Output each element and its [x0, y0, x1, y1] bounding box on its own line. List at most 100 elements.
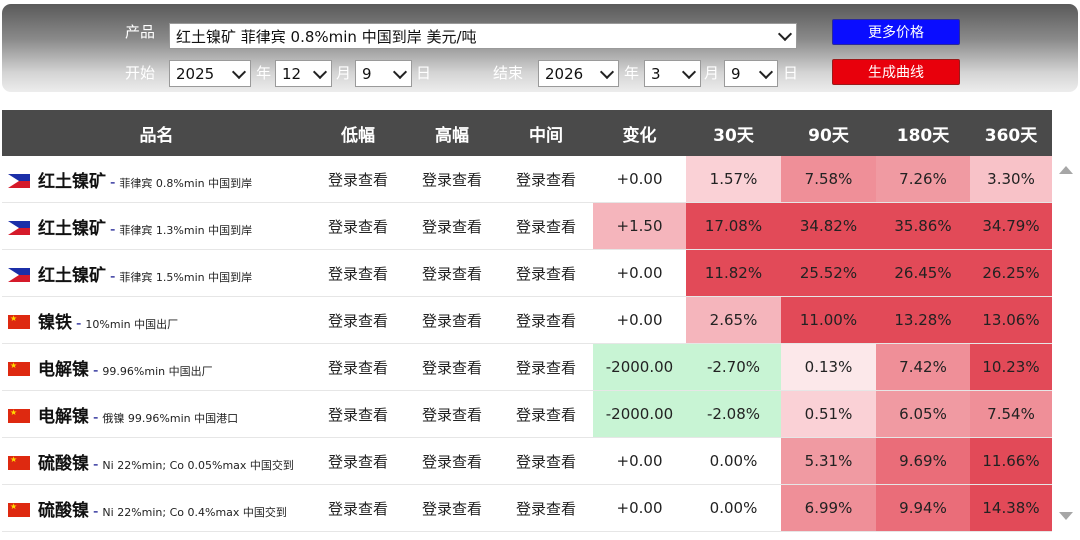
change-cell: +0.00 — [593, 484, 686, 532]
product-name: 镍铁 — [38, 312, 72, 333]
product-cell[interactable]: 电解镍-99.96%min 中国出厂 — [2, 343, 311, 391]
header-low: 低幅 — [311, 110, 405, 156]
filter-panel: 产品 红土镍矿 菲律宾 0.8%min 中国到岸 美元/吨 更多价格 开始 20… — [2, 4, 1078, 92]
product-select[interactable]: 红土镍矿 菲律宾 0.8%min 中国到岸 美元/吨 — [169, 23, 797, 49]
low-price-cell[interactable]: 登录查看 — [311, 296, 405, 344]
mid-price-cell[interactable]: 登录查看 — [499, 249, 593, 297]
product-cell[interactable]: 红土镍矿 - 菲律宾 1.5%min 中国到岸 — [2, 249, 311, 297]
change-180d-cell: 9.69% — [876, 437, 970, 485]
separator-dash: - — [110, 172, 116, 191]
product-cell[interactable]: 电解镍-俄镍 99.96%min 中国港口 — [2, 390, 311, 438]
change-360d-cell: 11.66% — [970, 437, 1052, 485]
low-price-cell[interactable]: 登录查看 — [311, 484, 405, 532]
start-month-value: 12 — [282, 64, 302, 83]
change-30d-cell: -2.70% — [686, 343, 781, 391]
start-month-select[interactable]: 12 — [275, 60, 332, 87]
china-flag-icon — [8, 361, 30, 376]
mid-price-cell[interactable]: 登录查看 — [499, 343, 593, 391]
mid-price-cell[interactable]: 登录查看 — [499, 202, 593, 250]
product-select-value: 红土镍矿 菲律宾 0.8%min 中国到岸 美元/吨 — [176, 27, 477, 46]
low-price-cell[interactable]: 登录查看 — [311, 156, 405, 203]
product-cell[interactable]: 硫酸镍-Ni 22%min; Co 0.4%max 中国交到 — [2, 484, 311, 532]
product-spec: 菲律宾 0.8%min 中国到岸 — [119, 176, 253, 190]
change-cell: +0.00 — [593, 437, 686, 485]
day-unit: 日 — [416, 64, 432, 82]
table-row[interactable]: 红土镍矿 - 菲律宾 1.5%min 中国到岸 登录查看 登录查看 登录查看 +0.… — [2, 249, 1052, 297]
table-row[interactable]: 硫酸镍-Ni 22%min; Co 0.4%max 中国交到 登录查看 登录查看… — [2, 484, 1052, 532]
high-price-cell[interactable]: 登录查看 — [405, 202, 499, 250]
change-360d-cell: 14.38% — [970, 484, 1052, 532]
change-cell: -2000.00 — [593, 343, 686, 391]
product-cell[interactable]: 红土镍矿 - 菲律宾 1.3%min 中国到岸 — [2, 202, 311, 250]
change-360d-cell: 26.25% — [970, 249, 1052, 297]
mid-price-cell[interactable]: 登录查看 — [499, 390, 593, 438]
high-price-cell[interactable]: 登录查看 — [405, 296, 499, 344]
high-price-cell[interactable]: 登录查看 — [405, 484, 499, 532]
change-30d-cell: -2.08% — [686, 390, 781, 438]
low-price-cell[interactable]: 登录查看 — [311, 437, 405, 485]
product-cell[interactable]: 硫酸镍-Ni 22%min; Co 0.05%max 中国交到 — [2, 437, 311, 485]
table-row[interactable]: 镍铁-10%min 中国出厂 登录查看 登录查看 登录查看 +0.00 2.65… — [2, 296, 1052, 344]
change-180d-cell: 6.05% — [876, 390, 970, 438]
change-cell: -2000.00 — [593, 390, 686, 438]
end-month-select[interactable]: 3 — [644, 60, 701, 87]
change-180d-cell: 35.86% — [876, 202, 970, 250]
start-year-select[interactable]: 2025 — [169, 60, 251, 87]
high-price-cell[interactable]: 登录查看 — [405, 390, 499, 438]
mid-price-cell[interactable]: 登录查看 — [499, 484, 593, 532]
mid-price-cell[interactable]: 登录查看 — [499, 296, 593, 344]
more-prices-button[interactable]: 更多价格 — [832, 19, 960, 45]
mid-price-cell[interactable]: 登录查看 — [499, 437, 593, 485]
mid-price-cell[interactable]: 登录查看 — [499, 156, 593, 203]
product-spec: 菲律宾 1.3%min 中国到岸 — [119, 223, 253, 237]
high-price-cell[interactable]: 登录查看 — [405, 249, 499, 297]
change-30d-cell: 0.00% — [686, 437, 781, 485]
philippines-flag-icon — [8, 173, 30, 188]
change-cell: +1.50 — [593, 202, 686, 250]
change-30d-cell: 17.08% — [686, 202, 781, 250]
table-row[interactable]: 硫酸镍-Ni 22%min; Co 0.05%max 中国交到 登录查看 登录查… — [2, 437, 1052, 485]
product-spec: Ni 22%min; Co 0.05%max 中国交到 — [102, 458, 294, 472]
table-row[interactable]: 红土镍矿 - 菲律宾 1.3%min 中国到岸 登录查看 登录查看 登录查看 +1.… — [2, 202, 1052, 250]
low-price-cell[interactable]: 登录查看 — [311, 202, 405, 250]
product-cell[interactable]: 镍铁-10%min 中国出厂 — [2, 296, 311, 344]
change-360d-cell: 7.54% — [970, 390, 1052, 438]
high-price-cell[interactable]: 登录查看 — [405, 343, 499, 391]
header-30d: 30天 — [686, 110, 781, 156]
philippines-flag-icon — [8, 220, 30, 235]
low-price-cell[interactable]: 登录查看 — [311, 390, 405, 438]
scroll-up-icon[interactable] — [1059, 166, 1073, 174]
start-year-value: 2025 — [176, 64, 215, 83]
end-day-select[interactable]: 9 — [724, 60, 778, 87]
table-row[interactable]: 电解镍-俄镍 99.96%min 中国港口 登录查看 登录查看 登录查看 -20… — [2, 390, 1052, 438]
header-mid: 中间 — [499, 110, 593, 156]
low-price-cell[interactable]: 登录查看 — [311, 343, 405, 391]
scroll-down-icon[interactable] — [1059, 512, 1073, 520]
separator-dash: - — [93, 407, 99, 426]
philippines-flag-icon — [8, 267, 30, 282]
high-price-cell[interactable]: 登录查看 — [405, 437, 499, 485]
product-cell[interactable]: 红土镍矿 - 菲律宾 0.8%min 中国到岸 — [2, 156, 311, 203]
china-flag-icon — [8, 502, 30, 517]
high-price-cell[interactable]: 登录查看 — [405, 156, 499, 203]
product-name: 硫酸镍 — [38, 500, 89, 521]
product-name: 电解镍 — [38, 359, 89, 380]
day-unit: 日 — [783, 64, 799, 82]
china-flag-icon — [8, 314, 30, 329]
table-row[interactable]: 电解镍-99.96%min 中国出厂 登录查看 登录查看 登录查看 -2000.… — [2, 343, 1052, 391]
change-90d-cell: 5.31% — [781, 437, 876, 485]
product-spec: 菲律宾 1.5%min 中国到岸 — [119, 270, 253, 284]
table-row[interactable]: 红土镍矿 - 菲律宾 0.8%min 中国到岸 登录查看 登录查看 登录查看 +0.… — [2, 156, 1052, 203]
chevron-down-icon — [231, 64, 247, 79]
product-name: 红土镍矿 — [38, 265, 106, 286]
change-180d-cell: 7.26% — [876, 156, 970, 203]
china-flag-icon — [8, 408, 30, 423]
china-flag-icon — [8, 455, 30, 470]
start-day-select[interactable]: 9 — [355, 60, 412, 87]
vertical-scrollbar[interactable] — [1054, 156, 1078, 532]
change-cell: +0.00 — [593, 296, 686, 344]
end-year-select[interactable]: 2026 — [538, 60, 619, 87]
low-price-cell[interactable]: 登录查看 — [311, 249, 405, 297]
generate-curve-button[interactable]: 生成曲线 — [832, 59, 960, 85]
change-30d-cell: 1.57% — [686, 156, 781, 203]
